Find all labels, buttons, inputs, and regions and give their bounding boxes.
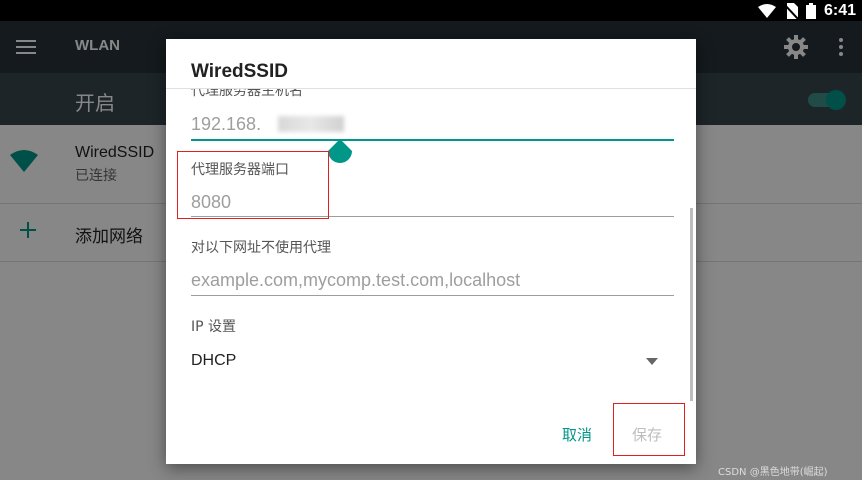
proxy-host-value: 192.168. [191, 114, 262, 134]
wifi-signal-icon [757, 3, 776, 18]
dropdown-arrow-icon[interactable] [646, 358, 658, 366]
text-cursor-handle[interactable] [328, 139, 352, 163]
wifi-dialog: WiredSSID 代理服务器主机名 192.168. 代理服务器端口 8080… [166, 39, 696, 464]
watermark: CSDN @黑色地带(崛起) [718, 467, 828, 478]
proxy-host-input[interactable]: 192.168. [166, 111, 696, 141]
status-bar: 6:41 [0, 0, 862, 21]
bypass-input[interactable]: example.com,mycomp.test.com,localhost [191, 270, 520, 291]
cancel-button[interactable]: 取消 [562, 424, 592, 445]
dialog-scroll-area[interactable]: 代理服务器主机名 192.168. 代理服务器端口 8080 对以下网址不使用代… [166, 89, 696, 401]
battery-icon [805, 2, 816, 19]
ip-settings-select[interactable]: DHCP [191, 352, 236, 370]
annotation-box-save [613, 403, 685, 456]
no-sim-icon [783, 2, 798, 19]
ip-settings-label: IP 设置 [191, 319, 237, 335]
redacted-ip [278, 116, 344, 132]
proxy-host-label: 代理服务器主机名 [191, 89, 303, 99]
annotation-box-port [177, 151, 329, 219]
scrollbar[interactable] [690, 208, 693, 401]
clock: 6:41 [823, 1, 856, 19]
dialog-title: WiredSSID [191, 61, 288, 82]
proxy-host-underline [191, 139, 674, 141]
bypass-underline [191, 295, 674, 296]
bypass-label: 对以下网址不使用代理 [191, 240, 331, 256]
